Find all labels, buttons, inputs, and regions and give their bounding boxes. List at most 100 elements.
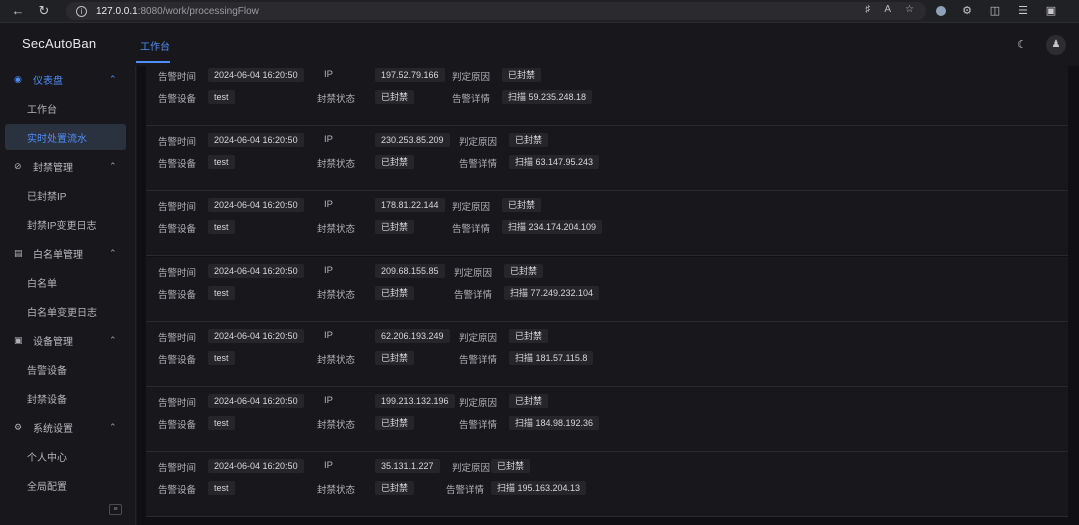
sidebar-group-ban[interactable]: ⊘ 封禁管理 ⌃ [0, 153, 136, 179]
sidebar-item-whitelist-log[interactable]: 白名单变更日志 [5, 298, 126, 324]
alert-device-label: 告警设备 [158, 420, 197, 431]
whitelist-icon: ▤ [14, 247, 23, 258]
reason-value: 已封禁 [509, 329, 549, 343]
alert-detail-value: 扫描 59.235.248.18 [502, 90, 593, 104]
sidebar-item-alert-device[interactable]: 告警设备 [5, 356, 126, 382]
sidebar-item-global-config[interactable]: 全局配置 [5, 472, 126, 498]
reason-value: 已封禁 [491, 459, 531, 473]
ban-icon: ⊘ [14, 160, 22, 171]
url-text: 127.0.0.1:8080/work/processingFlow [96, 5, 259, 17]
table-row: 告警时间 2024-06-04 16:20:50 IP 35.131.1.227 判定原… [146, 452, 1068, 517]
sidebar-item-profile[interactable]: 个人中心 [5, 443, 126, 469]
alert-detail-value: 扫描 195.163.204.13 [491, 481, 587, 495]
alert-device-label: 告警设备 [158, 290, 197, 301]
sidebar-item-ban-device[interactable]: 封禁设备 [5, 385, 126, 411]
alert-device-label: 告警设备 [158, 94, 197, 105]
alert-time-value: 2024-06-04 16:20:50 [208, 459, 304, 473]
ip-value: 197.52.79.166 [375, 68, 445, 82]
alert-time-label: 告警时间 [158, 202, 197, 213]
sidebar-item-ban-log[interactable]: 封禁IP变更日志 [5, 211, 126, 237]
reason-value: 已封禁 [502, 198, 542, 212]
alert-time-value: 2024-06-04 16:20:50 [208, 394, 304, 408]
ban-status-label: 封禁状态 [317, 355, 356, 366]
sidebar-group-dashboard[interactable]: ◉ 仪表盘 ⌃ [0, 66, 136, 92]
ip-label: IP [324, 330, 333, 341]
alert-time-label: 告警时间 [158, 398, 197, 409]
alert-device-value: test [208, 416, 235, 430]
tab-workbench[interactable]: 工作台 [140, 38, 170, 53]
alert-detail-label: 告警详情 [459, 420, 498, 431]
extensions-icon[interactable]: ⚙ [960, 4, 974, 18]
profile-icon[interactable] [936, 6, 946, 16]
alert-detail-value: 扫描 77.249.232.104 [504, 286, 600, 300]
reason-value: 已封禁 [509, 133, 549, 147]
ban-status-label: 封禁状态 [317, 420, 356, 431]
ip-value: 35.131.1.227 [375, 459, 440, 473]
chevron-up-icon: ⌃ [109, 334, 117, 345]
reason-label: 判定原因 [452, 463, 491, 474]
alert-detail-label: 告警详情 [454, 290, 493, 301]
back-arrow-icon[interactable]: ← [10, 3, 26, 19]
browser-toolbar: ← ↻ i 127.0.0.1:8080/work/processingFlow… [0, 0, 1079, 23]
ip-value: 199.213.132.196 [375, 394, 455, 408]
sidebar-item-workbench[interactable]: 工作台 [5, 95, 126, 121]
ip-label: IP [324, 265, 333, 276]
reload-icon[interactable]: ↻ [36, 3, 52, 19]
ban-status-label: 封禁状态 [317, 94, 356, 105]
ban-status-value: 已封禁 [375, 351, 415, 365]
info-icon[interactable]: i [76, 5, 87, 17]
favorites-icon[interactable]: ☰ [1016, 4, 1030, 18]
alert-time-label: 告警时间 [158, 463, 197, 474]
ban-status-value: 已封禁 [375, 90, 415, 104]
ip-value: 209.68.155.85 [375, 264, 445, 278]
alert-time-value: 2024-06-04 16:20:50 [208, 329, 304, 343]
split-screen-icon[interactable]: ◫ [988, 4, 1002, 18]
app-header: SecAutoBan 工作台 ☾ ♟ [0, 23, 1079, 66]
reason-value: 已封禁 [502, 68, 542, 82]
alert-device-value: test [208, 481, 235, 495]
sidebar-group-settings[interactable]: ⚙ 系统设置 ⌃ [0, 414, 136, 440]
alert-time-label: 告警时间 [158, 268, 197, 279]
alert-detail-label: 告警详情 [459, 355, 498, 366]
alert-detail-value: 扫描 63.147.95.243 [509, 155, 600, 169]
sidebar-group-device[interactable]: ▣ 设备管理 ⌃ [0, 327, 136, 353]
alert-detail-value: 扫描 184.98.192.36 [509, 416, 600, 430]
alert-detail-label: 告警详情 [452, 94, 491, 105]
ban-status-label: 封禁状态 [317, 290, 356, 301]
ban-status-value: 已封禁 [375, 286, 415, 300]
address-bar[interactable]: i 127.0.0.1:8080/work/processingFlow ♯ A… [66, 2, 926, 20]
ip-label: IP [324, 395, 333, 406]
alert-detail-label: 告警详情 [452, 224, 491, 235]
alert-device-label: 告警设备 [158, 355, 197, 366]
ip-label: IP [324, 69, 333, 80]
ip-label: IP [324, 199, 333, 210]
collections-icon[interactable]: ▣ [1044, 4, 1058, 18]
ban-status-label: 封禁状态 [317, 159, 356, 170]
moon-icon[interactable]: ☾ [1014, 37, 1030, 53]
ip-value: 62.206.193.249 [375, 329, 450, 343]
chevron-up-icon: ⌃ [109, 73, 117, 84]
alert-device-label: 告警设备 [158, 224, 197, 235]
read-aloud-icon[interactable]: ♯ [865, 4, 870, 15]
collapse-sidebar-icon[interactable]: ≡ [109, 504, 122, 515]
user-avatar-icon[interactable]: ♟ [1046, 35, 1066, 55]
sidebar-item-banned-ip[interactable]: 已封禁IP [5, 182, 126, 208]
alert-time-value: 2024-06-04 16:20:50 [208, 68, 304, 82]
sidebar-group-whitelist[interactable]: ▤ 白名单管理 ⌃ [0, 240, 136, 266]
alert-device-value: test [208, 286, 235, 300]
sidebar: ◉ 仪表盘 ⌃ 工作台 实时处置流水 ⊘ 封禁管理 ⌃ 已封禁IP 封禁IP变更… [0, 66, 136, 525]
alert-time-value: 2024-06-04 16:20:50 [208, 264, 304, 278]
settings-icon: ⚙ [14, 421, 23, 432]
sidebar-item-processing-flow[interactable]: 实时处置流水 [5, 124, 126, 150]
table-row: 告警时间 2024-06-04 16:20:50 IP 209.68.155.85 判定… [146, 257, 1068, 322]
translate-icon[interactable]: A [884, 4, 891, 15]
sidebar-item-whitelist[interactable]: 白名单 [5, 269, 126, 295]
alert-detail-label: 告警详情 [459, 159, 498, 170]
table-row: 告警时间 2024-06-04 16:20:50 IP 230.253.85.209 判… [146, 126, 1068, 191]
reason-label: 判定原因 [452, 202, 491, 213]
reason-label: 判定原因 [454, 268, 493, 279]
ip-label: IP [324, 460, 333, 471]
ban-status-value: 已封禁 [375, 416, 415, 430]
star-icon[interactable]: ☆ [905, 4, 914, 15]
alert-device-value: test [208, 155, 235, 169]
